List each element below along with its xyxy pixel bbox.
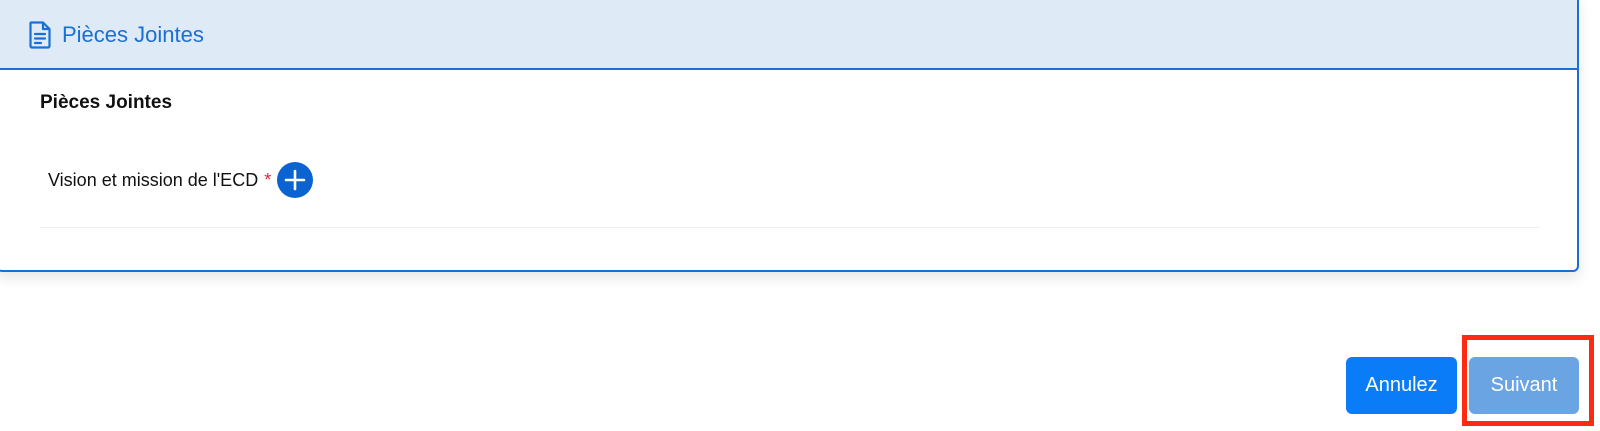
attachment-field-row: Vision et mission de l'ECD * xyxy=(48,160,1577,200)
file-text-icon xyxy=(29,21,51,49)
plus-icon xyxy=(284,169,306,191)
attachment-field-label: Vision et mission de l'ECD xyxy=(48,169,259,190)
add-attachment-button[interactable] xyxy=(277,162,314,198)
field-divider xyxy=(40,227,1540,228)
panel-header-title: Pièces Jointes xyxy=(62,22,204,47)
panel-header: Pièces Jointes xyxy=(0,0,1577,70)
panel-body: Pièces Jointes Vision et mission de l'EC… xyxy=(0,70,1577,200)
cancel-button[interactable]: Annulez xyxy=(1346,357,1457,414)
section-title: Pièces Jointes xyxy=(40,92,173,113)
attachments-panel: Pièces Jointes Pièces Jointes Vision et … xyxy=(0,0,1579,272)
required-marker: * xyxy=(264,169,272,190)
next-button[interactable]: Suivant xyxy=(1469,357,1579,414)
